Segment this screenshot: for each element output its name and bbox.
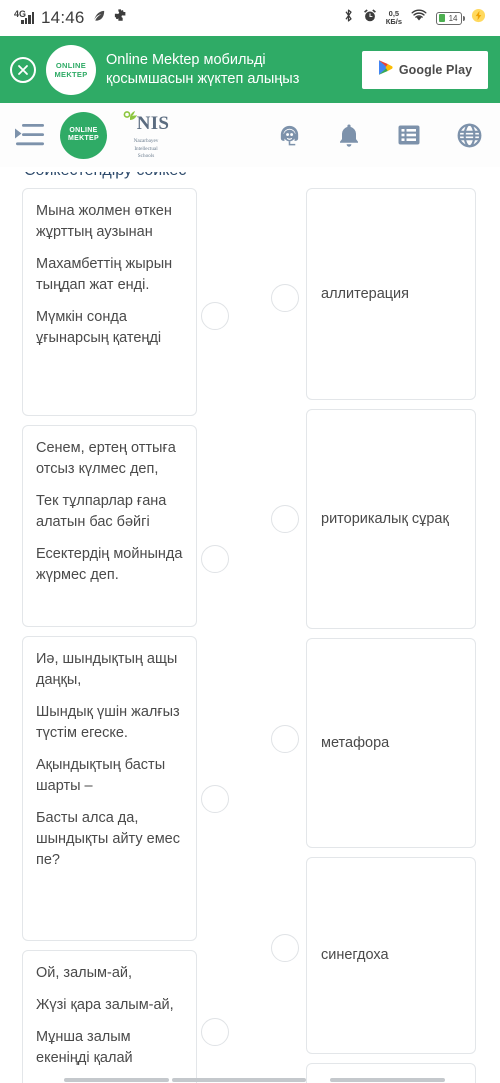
answer-card[interactable]: метафора <box>306 638 476 848</box>
answer-card[interactable]: аллитерация <box>306 188 476 400</box>
page-title: Сәйкестендіру сәйкес <box>24 172 186 186</box>
answer-card[interactable]: риторикалық сұрақ <box>306 409 476 629</box>
question-connector-dot[interactable] <box>201 1018 229 1046</box>
google-play-icon <box>378 59 393 81</box>
nis-sub2: Intellectual <box>134 145 158 152</box>
question-card[interactable]: Ой, залым-ай, Жүзі қара залым-ай, Мұнша … <box>22 950 197 1083</box>
question-card[interactable]: Мына жолмен өткен жұрттың аузынан Махамб… <box>22 188 197 416</box>
answer-column: аллитерация риторикалық сұрақ метафора с… <box>306 188 476 1083</box>
status-bar-right: 0,5 КБ/s 14 <box>343 8 486 28</box>
question-line: Мүмкін сонда ұғынарсың қатеңді <box>36 309 162 346</box>
question-line: Сенем, ертең оттыға отсыз күлмес деп, <box>36 440 176 477</box>
clock-label: 14:46 <box>41 8 85 27</box>
answer-connector-dot[interactable] <box>271 725 299 753</box>
answer-card[interactable]: синегдоха <box>306 857 476 1054</box>
answer-connector-dot[interactable] <box>271 505 299 533</box>
menu-indent-icon[interactable] <box>14 120 48 150</box>
question-line: Ой, залым-ай, <box>36 965 133 981</box>
answer-label: синегдоха <box>321 947 389 963</box>
nav-brand-line1: ONLINE <box>69 126 98 134</box>
charging-bolt-icon <box>471 8 486 28</box>
data-rate-indicator: 0,5 КБ/s <box>386 10 402 26</box>
top-navigation-bar: ONLINE MEKTEP NIS Nazarbayev Intellectua… <box>0 103 500 167</box>
question-line: Шындық үшін жалғыз түстім егеске. <box>36 704 180 741</box>
question-line: Жүзі қара залым-ай, <box>36 997 174 1013</box>
data-rate-unit: КБ/s <box>385 17 402 26</box>
online-mektep-logo: ONLINE MEKTEP <box>46 44 96 95</box>
nis-leaf-icon <box>123 110 137 137</box>
app-root: 4G 14:46 0,5 КБ/s 14 ONLINE MEKTEP Onlin… <box>0 0 500 1083</box>
online-mektep-nav-logo[interactable]: ONLINE MEKTEP <box>60 111 107 159</box>
bluetooth-icon <box>343 8 354 28</box>
question-line: Басты алса да, шындықты айту емес пе? <box>36 810 180 868</box>
network-type-label: 4G <box>14 9 27 19</box>
scrollbar-thumb-left[interactable] <box>64 1078 169 1082</box>
wifi-icon <box>411 9 427 27</box>
answer-label: метафора <box>321 734 390 751</box>
status-bar-left: 4G 14:46 <box>14 8 128 28</box>
promo-logo-line2: MEKTEP <box>54 69 88 79</box>
google-play-label: Google Play <box>398 62 473 77</box>
nis-sub3: Schools <box>137 153 155 160</box>
puzzle-icon <box>114 8 128 28</box>
question-card[interactable]: Сенем, ертең оттыға отсыз күлмес деп, Те… <box>22 425 197 627</box>
scrollbar-thumb-mid[interactable] <box>172 1078 306 1082</box>
globe-language-icon[interactable] <box>456 122 482 148</box>
google-play-button[interactable]: Google Play <box>362 50 488 89</box>
battery-icon: 14 <box>436 11 465 25</box>
nis-title: NIS <box>136 112 170 134</box>
question-line: Иә, шындықтың ащы даңқы, <box>36 651 178 688</box>
notification-bell-icon[interactable] <box>336 122 362 148</box>
promo-logo-line1: ONLINE <box>55 60 87 70</box>
question-column: Мына жолмен өткен жұрттың аузынан Махамб… <box>22 188 197 1083</box>
scrollbar-thumb-right[interactable] <box>330 1078 445 1082</box>
question-line: Мына жолмен өткен жұрттың аузынан <box>36 203 172 240</box>
question-connector-dot[interactable] <box>201 785 229 813</box>
battery-level-label: 14 <box>448 13 458 23</box>
alarm-clock-icon <box>363 8 377 28</box>
weather-icon <box>92 8 107 28</box>
question-connector-dot[interactable] <box>201 302 229 330</box>
nis-logo: NIS Nazarbayev Intellectual Schools <box>113 110 179 160</box>
question-connector-dot[interactable] <box>201 545 229 573</box>
answer-label: риторикалық сұрақ <box>321 510 449 527</box>
question-line: Мұнша залым екеніңді қалай <box>36 1029 133 1066</box>
list-menu-icon[interactable] <box>396 122 422 148</box>
question-line: Тек тұлпарлар ғана алатын бас бәйгі <box>36 493 167 530</box>
nav-brand-line2: MEKTEP <box>68 135 99 142</box>
answer-label: аллитерация <box>321 285 410 302</box>
support-agent-icon[interactable] <box>276 122 302 148</box>
question-line: Ақындықтың басты шарты – <box>36 757 166 794</box>
app-promo-banner[interactable]: ONLINE MEKTEP Online Mektep мобильді қос… <box>0 36 500 103</box>
matching-exercise: Мына жолмен өткен жұрттың аузынан Махамб… <box>0 188 500 1083</box>
question-line: Махамбеттің жырын тыңдап жат енді. <box>36 256 173 293</box>
status-bar: 4G 14:46 0,5 КБ/s 14 <box>0 0 500 36</box>
close-icon[interactable] <box>10 56 36 83</box>
question-card[interactable]: Иә, шындықтың ащы даңқы, Шындық үшін жал… <box>22 636 197 941</box>
horizontal-scrollbar[interactable] <box>0 1078 500 1083</box>
promo-text: Online Mektep мобильді қосымшасын жүктеп… <box>106 51 300 87</box>
answer-connector-dot[interactable] <box>271 934 299 962</box>
nav-icon-group <box>276 122 482 148</box>
question-line: Есектердің мойнында жүрмес деп. <box>36 546 183 583</box>
nis-sub1: Nazarbayev <box>133 138 159 145</box>
answer-connector-dot[interactable] <box>271 284 299 312</box>
